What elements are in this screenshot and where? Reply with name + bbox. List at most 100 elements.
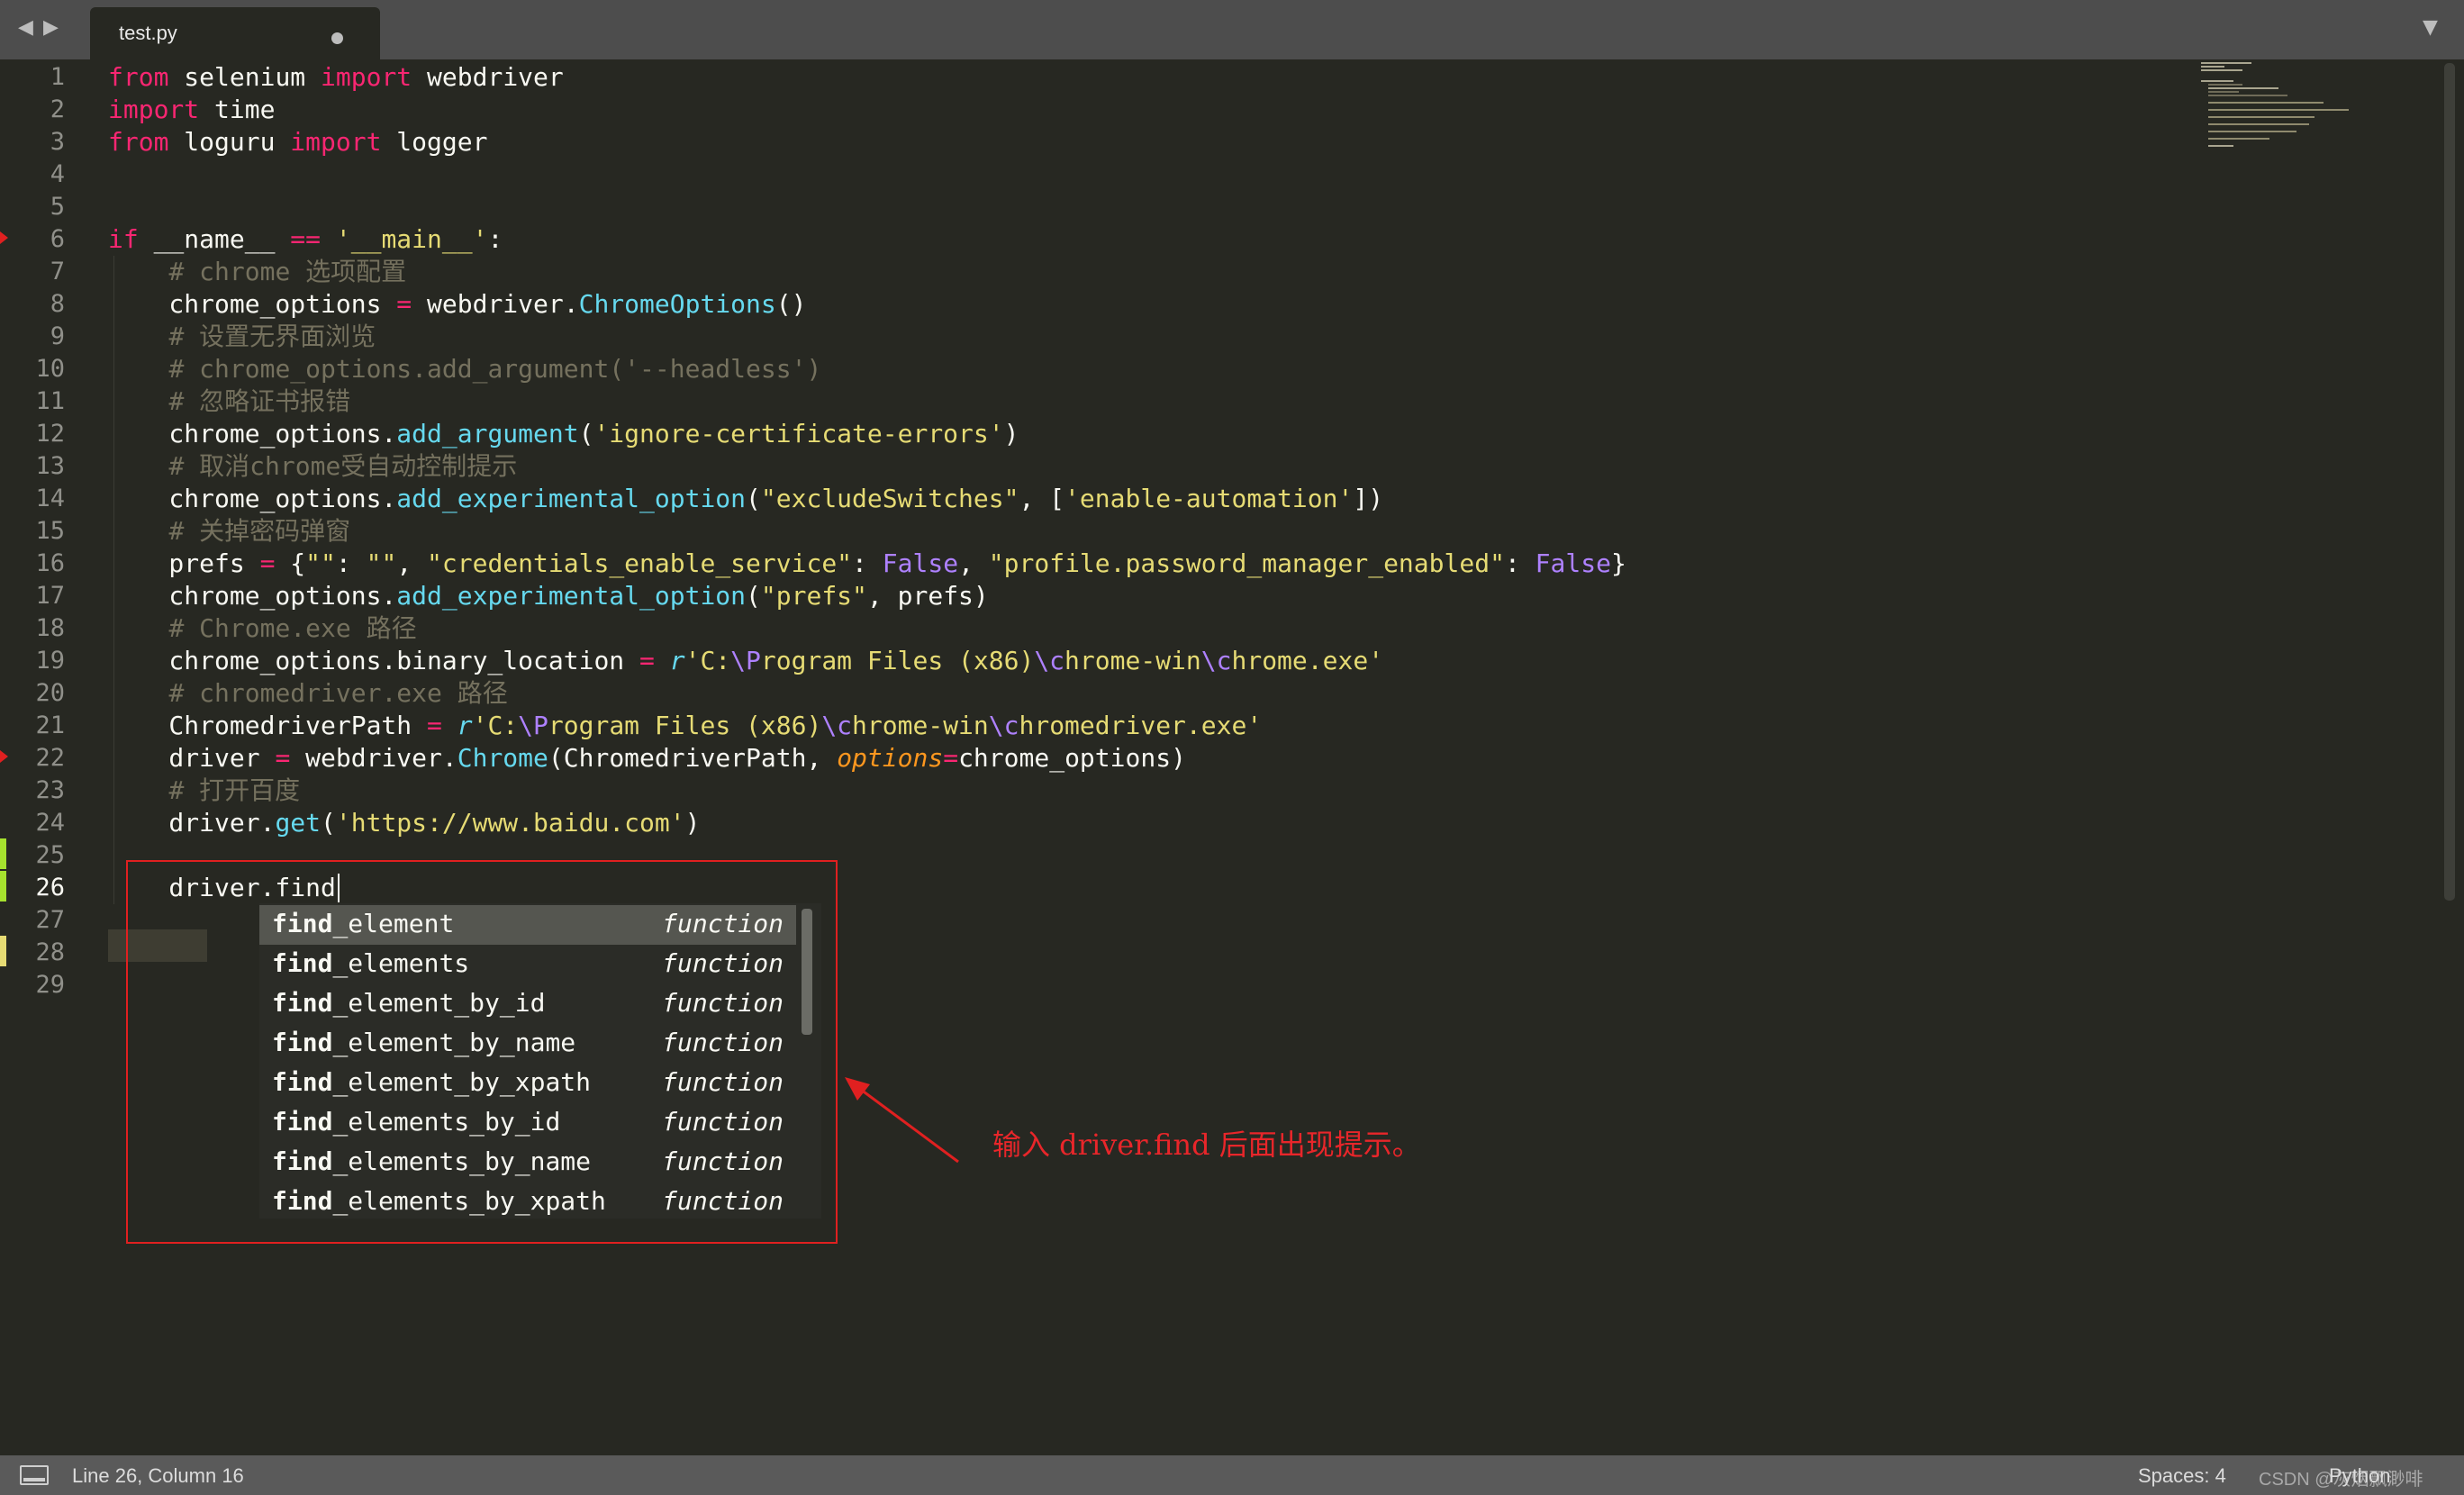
autocomplete-item[interactable]: find_element function [259,905,796,945]
code-line[interactable]: chrome_options.add_experimental_option("… [108,580,988,612]
code-line[interactable]: from loguru import logger [108,126,487,159]
code-token: # 取消chrome受自动控制提示 [168,451,518,481]
unsaved-dot-icon[interactable] [331,32,343,44]
autocomplete-item-name: find_element_by_name [272,1028,576,1057]
code-token: () [775,289,807,319]
code-line[interactable]: prefs = {"": "", "credentials_enable_ser… [108,548,1626,580]
code-line[interactable]: # Chrome.exe 路径 [108,612,417,645]
line-number: 3 [50,128,65,156]
code-line[interactable]: # 关掉密码弹窗 [108,515,350,548]
code-token: \c [1034,646,1065,675]
code-token: rogram Files (x86) [548,711,822,740]
code-token: import [290,127,382,157]
code-line[interactable]: # 设置无界面浏览 [108,321,376,353]
code-token: add_experimental_option [396,484,747,513]
code-token: , [396,548,428,578]
code-line[interactable]: import time [108,94,275,126]
line-number: 5 [50,193,65,221]
code-token: import [108,95,200,124]
autocomplete-item-kind: function [662,909,784,938]
code-token: : [852,548,883,578]
code-line[interactable]: # chrome_options.add_argument('--headles… [108,353,821,385]
autocomplete-scrollbar[interactable] [802,909,812,1035]
code-token: get [275,808,322,838]
code-line[interactable]: # 打开百度 [108,775,300,807]
code-token: = [259,548,276,578]
code-token: { [275,548,306,578]
code-token: options [837,743,944,773]
line-number: 27 [35,906,65,934]
line-number: 25 [35,841,65,869]
code-token: loguru [168,127,291,157]
line-number: 18 [35,614,65,642]
code-line[interactable]: # 忽略证书报错 [108,385,350,418]
code-token: hrome.exe' [1231,646,1384,675]
code-token: r [669,646,685,675]
code-line[interactable]: # chrome 选项配置 [108,256,406,288]
code-token: "" [305,548,336,578]
code-token: = [396,289,412,319]
code-line[interactable]: # chromedriver.exe 路径 [108,677,507,710]
code-token: 'https://www.baidu.com' [335,808,685,838]
autocomplete-item[interactable]: find_element_by_xpath function [259,1064,796,1103]
panel-toggle-icon[interactable] [20,1465,49,1485]
code-token: webdriver. [412,289,579,319]
line-number: 9 [50,322,65,350]
minimap[interactable] [2197,59,2378,168]
line-number: 20 [35,679,65,707]
tab-menu-chevron-icon[interactable]: ▼ [2423,16,2438,39]
nav-forward-icon[interactable]: ▶ [43,16,59,39]
code-token: # 设置无界面浏览 [168,322,376,351]
code-token: # 忽略证书报错 [168,386,351,416]
autocomplete-item[interactable]: find_element_by_id function [259,984,796,1024]
autocomplete-item[interactable]: find_element_by_name function [259,1024,796,1064]
tab-test-py[interactable]: test.py [90,7,380,59]
code-token: : [487,224,503,254]
code-token: driver. [108,808,276,838]
code-line[interactable]: driver.get('https://www.baidu.com') [108,807,700,839]
code-token: \P [730,646,761,675]
code-token: = [943,743,959,773]
line-number: 29 [35,971,65,999]
code-token: ( [578,419,594,448]
autocomplete-item-name: find_elements [272,948,470,978]
nav-back-icon[interactable]: ◀ [18,16,33,39]
autocomplete-popup[interactable]: find_element function find_elements functio… [259,903,821,1219]
code-line[interactable]: if __name__ == '__main__': [108,223,503,256]
code-line[interactable]: driver = webdriver.Chrome(ChromedriverPa… [108,742,1186,775]
line-number: 24 [35,809,65,837]
code-token: prefs [108,548,260,578]
code-line[interactable]: chrome_options.add_experimental_option("… [108,483,1383,515]
code-token: chrome_options [108,289,397,319]
code-token: ( [321,808,336,838]
code-line[interactable]: chrome_options = webdriver.ChromeOptions… [108,288,806,321]
line-number: 7 [50,258,65,285]
line-number: 2 [50,95,65,123]
code-line[interactable]: from selenium import webdriver [108,61,564,94]
code-token: chrome_options. [108,581,397,611]
indentation-setting[interactable]: Spaces: 4 [2138,1464,2226,1488]
cursor-position: Line 26, Column 16 [72,1464,244,1487]
modified-line-marker [0,936,6,966]
autocomplete-item[interactable]: find_elements function [259,945,796,984]
code-line[interactable]: ChromedriverPath = r'C:\Program Files (x… [108,710,1262,742]
code-token: # Chrome.exe 路径 [168,613,417,643]
code-line[interactable]: chrome_options.add_argument('ignore-cert… [108,418,1019,450]
vertical-scrollbar[interactable] [2444,63,2455,901]
code-token: "" [366,548,397,578]
autocomplete-item[interactable]: find_elements_by_xpath function [259,1182,796,1222]
code-token: add_experimental_option [396,581,747,611]
autocomplete-item[interactable]: find_elements_by_name function [259,1143,796,1182]
code-editor[interactable]: from selenium import webdriver import tim… [108,59,2179,1455]
line-number: 12 [35,420,65,448]
autocomplete-item[interactable]: find_elements_by_id function [259,1103,796,1143]
code-line[interactable]: chrome_options.binary_location = r'C:\Pr… [108,645,1383,677]
syntax-selector[interactable]: Python [2329,1464,2391,1488]
line-number-gutter[interactable]: 1 2 3 4 5 6 7 8 9 10 11 12 13 14 15 16 17 18 19 20 21 22 23 24 2… [0,59,90,1455]
code-line[interactable]: # 取消chrome受自动控制提示 [108,450,517,483]
